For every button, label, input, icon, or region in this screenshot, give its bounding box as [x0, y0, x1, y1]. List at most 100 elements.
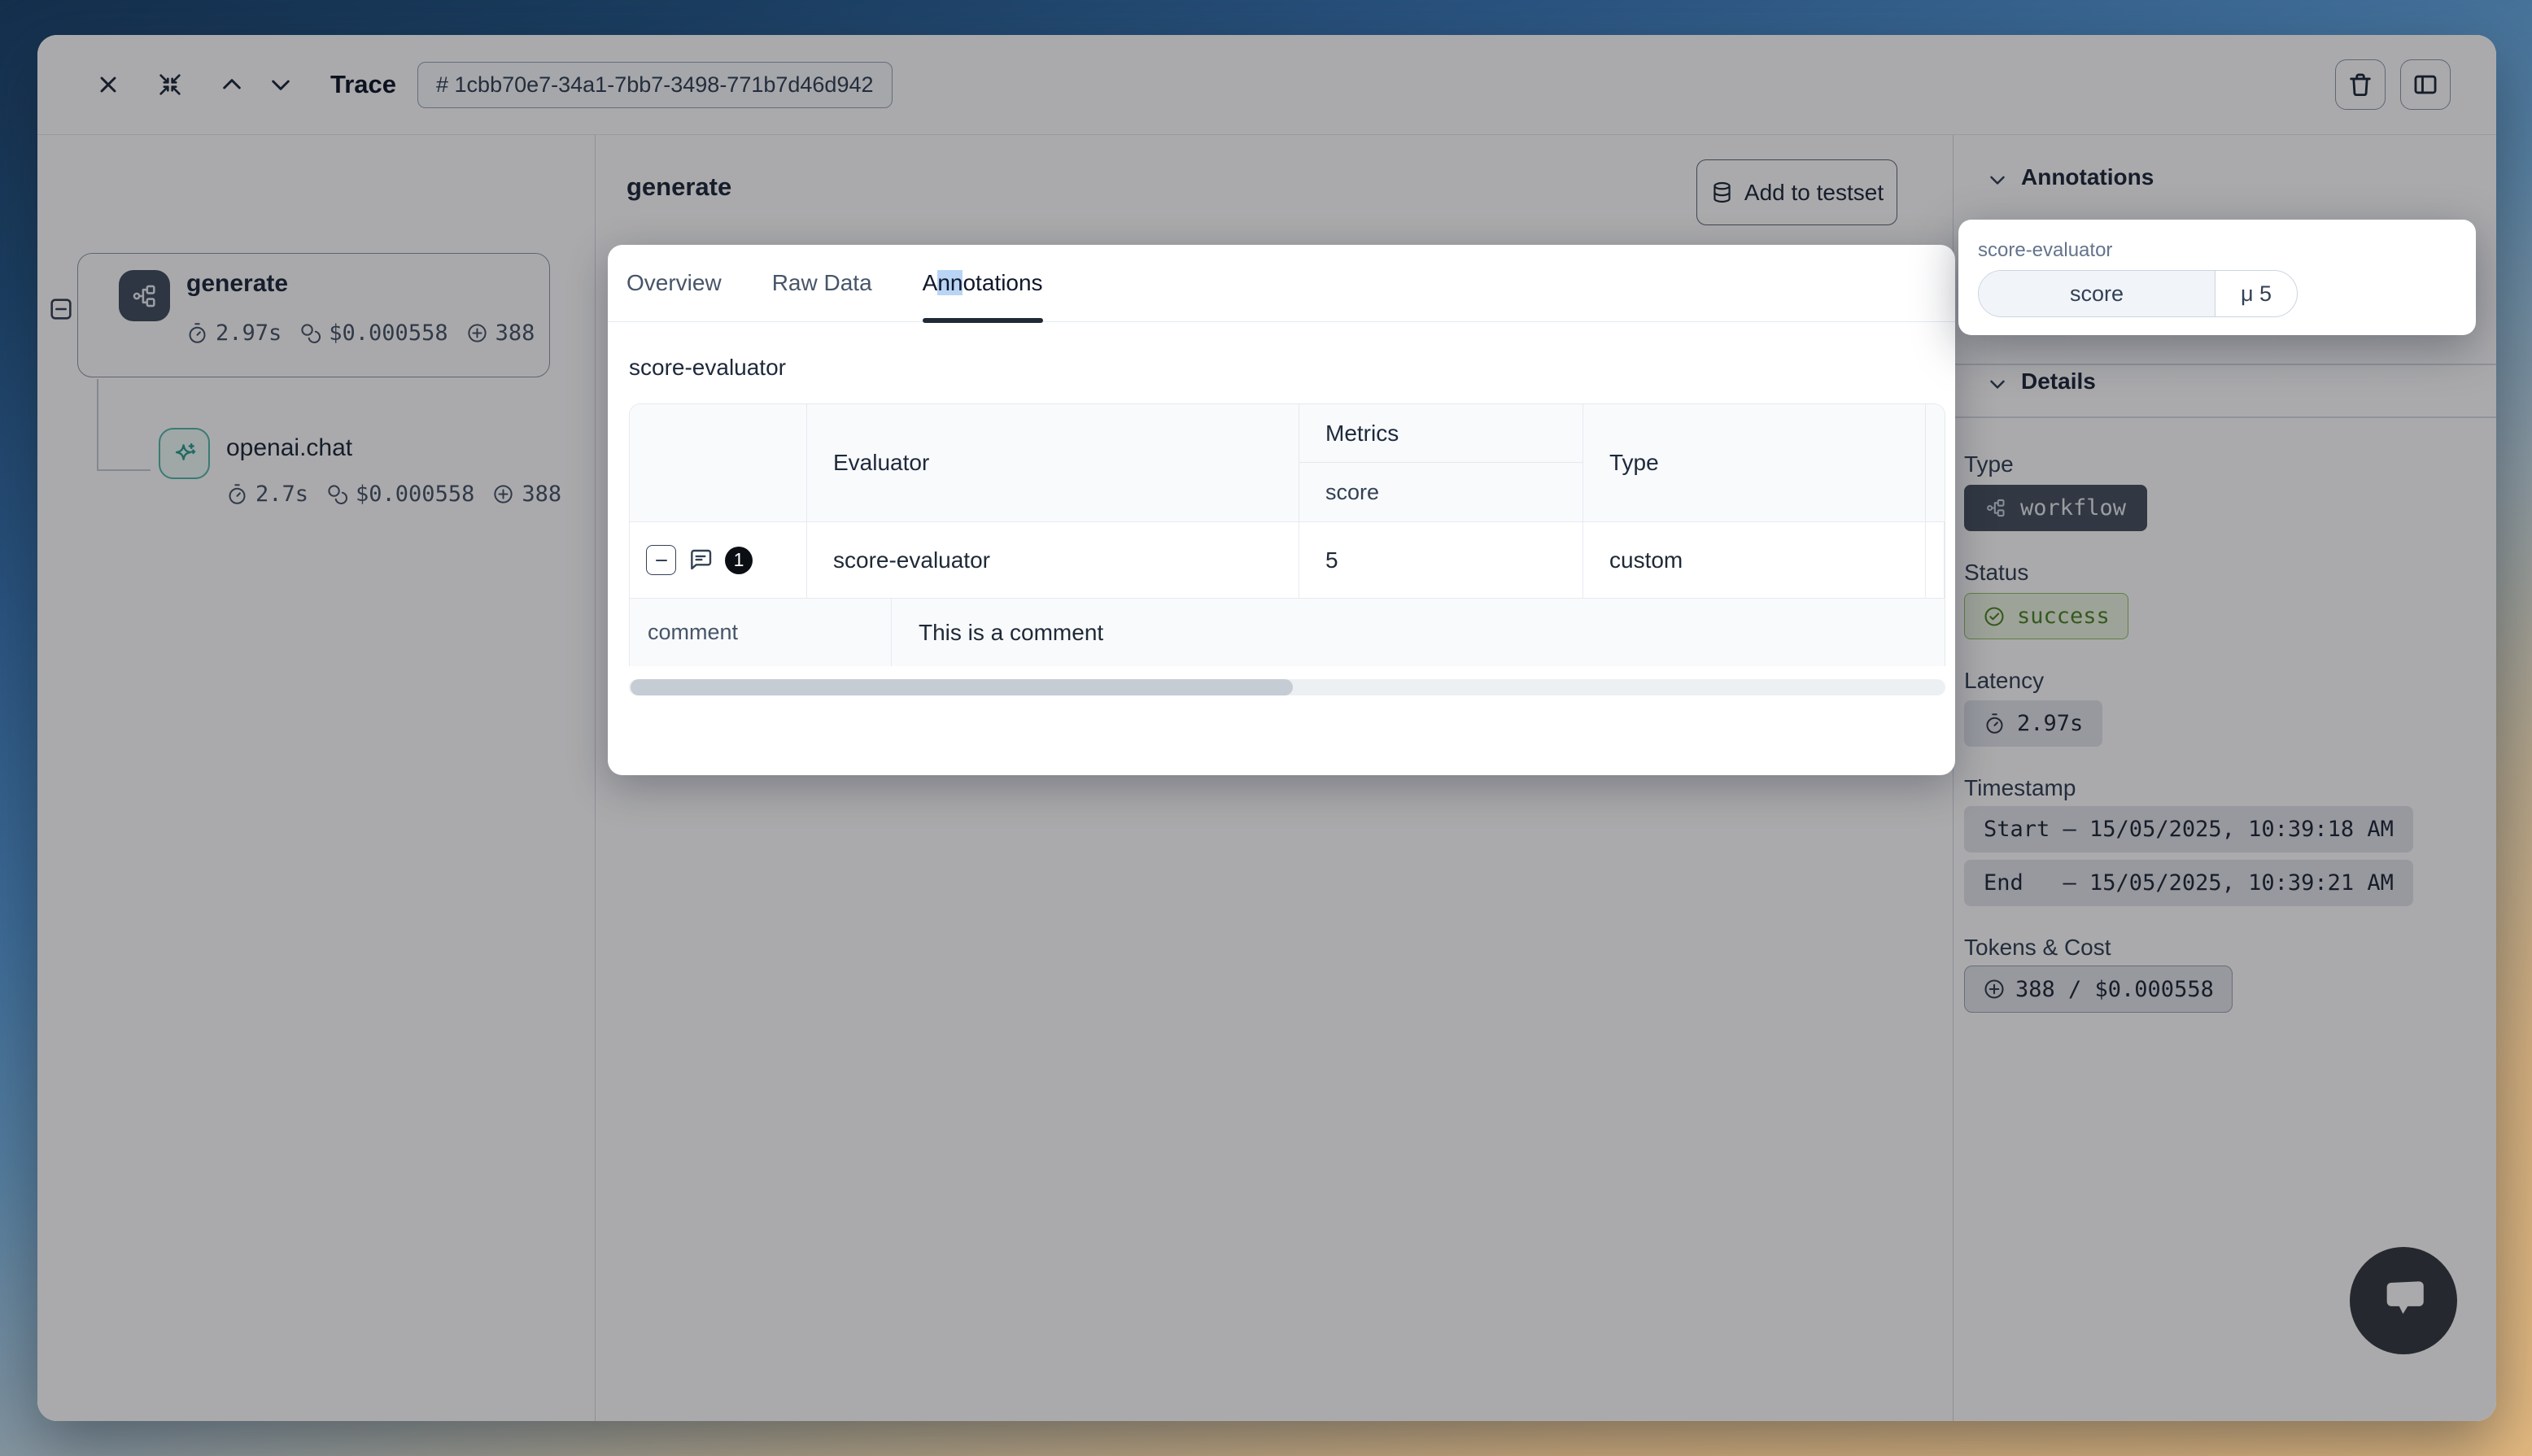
llm-span-icon: [159, 428, 210, 479]
tokens-cost-badge: 388 / $0.000558: [1964, 966, 2233, 1013]
tab-overview[interactable]: Overview: [626, 245, 722, 322]
trace-topbar: Trace # 1cbb70e7-34a1-7bb7-3498-771b7d46…: [37, 35, 2496, 135]
annotations-section-toggle[interactable]: [1984, 166, 2011, 194]
latency-label: Latency: [1964, 668, 2044, 694]
prev-span-button[interactable]: [213, 66, 251, 103]
details-section-title: Details: [2021, 368, 2096, 395]
header-filler-cell: [1926, 404, 1945, 521]
metric-mean-value: μ 5: [2216, 271, 2297, 316]
text-selection: nn: [937, 270, 963, 295]
span-tabs: Overview Raw Data Annotations: [608, 245, 1955, 322]
trace-id-badge: # 1cbb70e7-34a1-7bb7-3498-771b7d46d942: [417, 62, 892, 108]
trash-icon: [2346, 71, 2374, 98]
panel-layout-icon: [2412, 71, 2439, 98]
metric-name: score: [1979, 271, 2216, 316]
span-node-generate[interactable]: generate 2.97s $0.000558 388: [77, 253, 550, 377]
comments-button[interactable]: [687, 547, 714, 574]
timestamp-label: Timestamp: [1964, 775, 2076, 801]
delete-trace-button[interactable]: [2335, 59, 2386, 110]
comment-row: comment This is a comment: [630, 598, 1945, 666]
span-name[interactable]: openai.chat: [226, 434, 352, 462]
workflow-icon: [1985, 497, 2007, 519]
annotations-table: Evaluator Metrics score Type: [629, 403, 1945, 666]
check-circle-icon: [1983, 605, 2006, 628]
tokens-cost-label: Tokens & Cost: [1964, 935, 2111, 961]
row-collapse-toggle[interactable]: [646, 545, 676, 575]
span-name: generate: [186, 270, 288, 298]
cell-evaluator: score-evaluator: [807, 522, 1299, 598]
scrollbar-thumb[interactable]: [631, 679, 1293, 695]
minus-icon: [652, 551, 671, 570]
close-button[interactable]: [89, 66, 127, 103]
annotations-tab-panel: Overview Raw Data Annotations score-eval…: [608, 245, 1955, 775]
header-metrics: Metrics: [1299, 404, 1582, 463]
active-tab-underline: [923, 318, 1043, 323]
timestamp-end-badge: End — 15/05/2025, 10:39:21 AM: [1964, 860, 2413, 906]
header-type: Type: [1583, 404, 1926, 521]
span-metadata: 2.97s $0.000558 388: [186, 320, 535, 346]
timer-icon: [186, 322, 208, 344]
span-cost: $0.000558: [326, 482, 474, 507]
close-icon: [95, 72, 121, 98]
row-controls-cell: 1: [630, 522, 807, 598]
timer-icon: [1984, 713, 2006, 735]
header-metrics-group: Metrics score: [1299, 404, 1583, 521]
cell-type: custom: [1583, 522, 1926, 598]
span-tree-panel: generate 2.97s $0.000558 388: [37, 135, 596, 1421]
tab-annotations[interactable]: Annotations: [923, 245, 1043, 322]
horizontal-scrollbar[interactable]: [629, 679, 1945, 695]
chevron-down-icon: [1985, 372, 2010, 396]
comment-count-badge: 1: [725, 547, 753, 574]
span-metadata: 2.7s $0.000558 388: [226, 482, 561, 507]
type-badge: workflow: [1964, 485, 2147, 531]
annotation-popover: score-evaluator score μ 5: [1958, 220, 2476, 335]
details-section-toggle[interactable]: [1984, 370, 2011, 398]
toggle-sidebar-button[interactable]: [2400, 59, 2451, 110]
chevron-down-icon: [268, 72, 294, 98]
trace-title: Trace: [330, 70, 396, 99]
comment-icon: [688, 547, 714, 573]
tree-connector: [97, 379, 98, 471]
collapse-button[interactable]: [151, 66, 189, 103]
sparkle-icon: [171, 440, 199, 468]
span-latency: 2.97s: [186, 320, 282, 346]
plus-circle-icon: [466, 322, 488, 344]
coins-icon: [299, 322, 321, 344]
plus-circle-icon: [1983, 978, 2006, 1000]
popover-evaluator-label: score-evaluator: [1978, 239, 2112, 262]
header-controls-cell: [630, 404, 807, 521]
support-chat-button[interactable]: [2350, 1247, 2457, 1354]
chevron-down-icon: [1985, 168, 2010, 192]
metric-pill[interactable]: score μ 5: [1978, 270, 2298, 317]
section-divider: [1954, 416, 2496, 418]
header-evaluator: Evaluator: [807, 404, 1299, 521]
table-header: Evaluator Metrics score Type: [630, 404, 1945, 521]
span-detail-panel: generate Add to testset Overview Raw Dat…: [596, 135, 1953, 1421]
evaluator-section-title: score-evaluator: [629, 355, 1955, 381]
span-tokens: 388: [492, 482, 561, 507]
span-latency: 2.7s: [226, 482, 308, 507]
trace-body: generate 2.97s $0.000558 388: [37, 135, 2496, 1421]
status-badge: success: [1964, 593, 2128, 639]
span-detail-title: generate: [626, 172, 731, 202]
chevron-up-icon: [219, 72, 245, 98]
trace-modal: Trace # 1cbb70e7-34a1-7bb7-3498-771b7d46…: [37, 35, 2496, 1421]
tree-connector: [97, 469, 151, 471]
latency-badge: 2.97s: [1964, 700, 2102, 747]
tab-raw-data[interactable]: Raw Data: [772, 245, 872, 322]
span-tokens: 388: [466, 320, 535, 346]
shrink-icon: [157, 72, 183, 98]
cell-filler: [1926, 522, 1945, 598]
type-label: Type: [1964, 451, 2014, 477]
tree-collapse-toggle[interactable]: [47, 295, 75, 323]
header-metric-score: score: [1299, 463, 1582, 521]
span-cost: $0.000558: [299, 320, 447, 346]
timestamp-start-badge: Start — 15/05/2025, 10:39:18 AM: [1964, 806, 2413, 852]
plus-circle-icon: [492, 483, 514, 505]
next-span-button[interactable]: [262, 66, 299, 103]
timer-icon: [226, 483, 248, 505]
chat-bubble-icon: [2377, 1274, 2430, 1327]
add-to-testset-button[interactable]: Add to testset: [1696, 159, 1897, 225]
table-row: 1 score-evaluator 5 custom: [630, 521, 1945, 598]
details-sidebar: Annotations score-evaluator score μ 5 De…: [1953, 135, 2496, 1421]
